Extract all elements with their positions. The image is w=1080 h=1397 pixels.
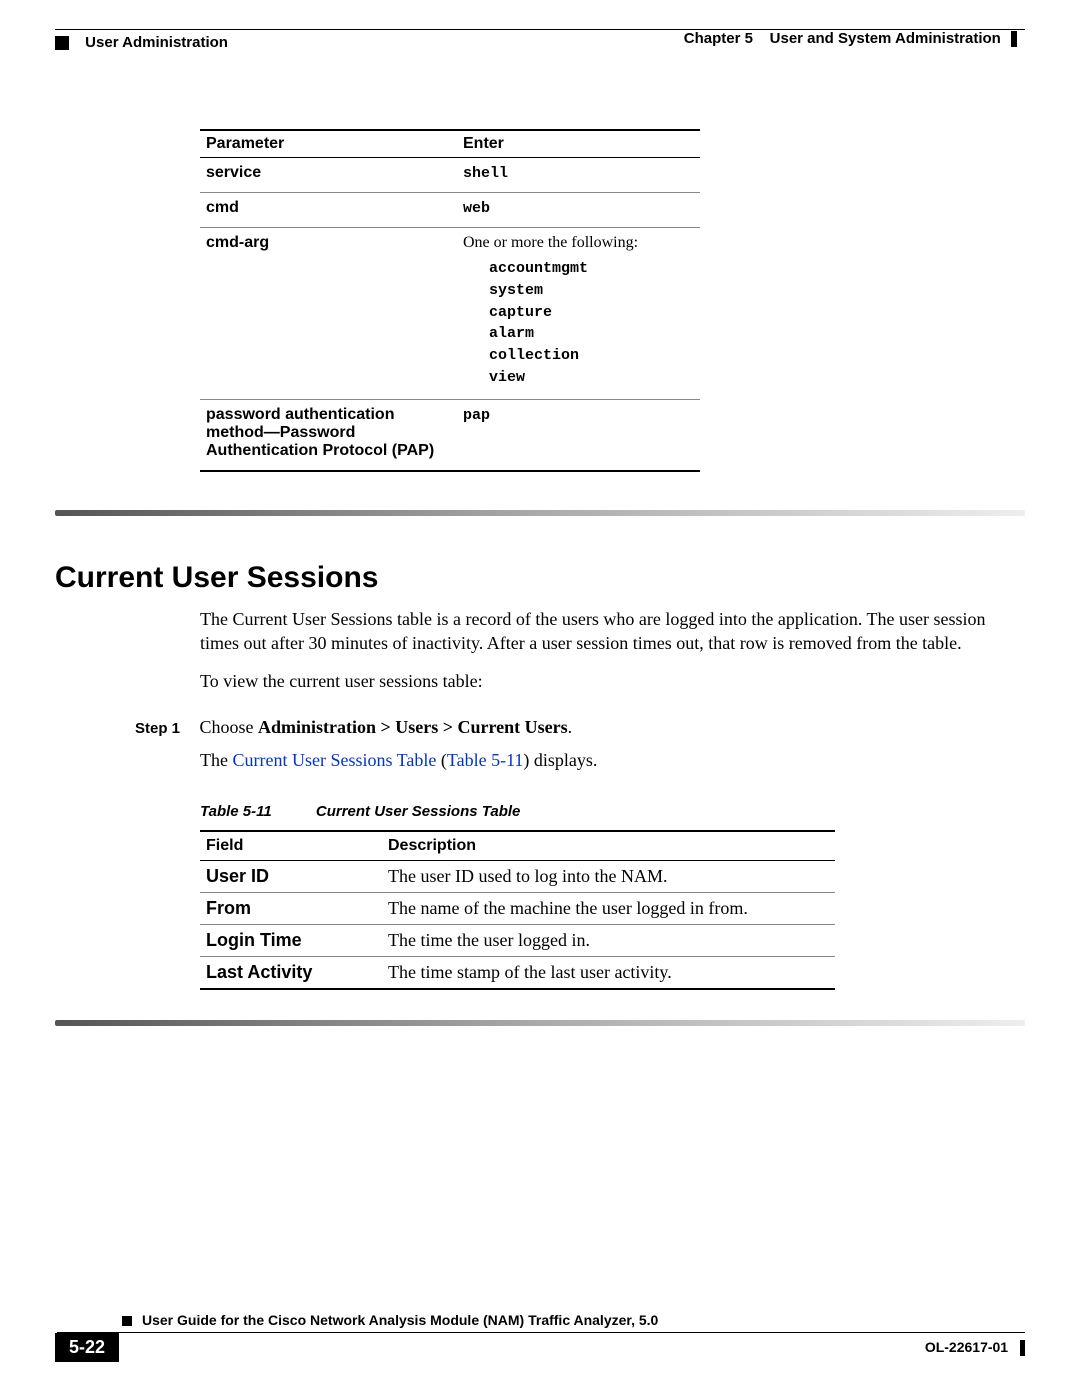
param-cell: cmd-arg xyxy=(200,228,457,400)
field-cell: User ID xyxy=(200,861,382,893)
table-caption-title: Current User Sessions Table xyxy=(316,803,521,820)
col-enter: Enter xyxy=(457,130,700,158)
page-footer: User Guide for the Cisco Network Analysi… xyxy=(55,1312,1025,1362)
cmdarg-opt: alarm xyxy=(489,323,694,345)
footer-end-marker xyxy=(1020,1340,1025,1356)
link-current-user-sessions-table[interactable]: Current User Sessions Table xyxy=(232,750,436,770)
desc-cell: The time the user logged in. xyxy=(382,925,835,957)
footer-doc-title: User Guide for the Cisco Network Analysi… xyxy=(142,1312,658,1328)
field-cell: Login Time xyxy=(200,925,382,957)
tf-mid: ( xyxy=(436,750,447,770)
desc-cell: The time stamp of the last user activity… xyxy=(382,957,835,990)
step-follow: The Current User Sessions Table (Table 5… xyxy=(200,750,1025,771)
section-title: User Administration xyxy=(85,34,228,51)
cmdarg-opt: capture xyxy=(489,302,694,324)
enter-cell: pap xyxy=(463,407,490,424)
step-label: Step 1 xyxy=(135,720,195,737)
param-cell: password authentication method—Password … xyxy=(200,399,457,471)
field-table: Field Description User ID The user ID us… xyxy=(200,830,835,990)
col-description: Description xyxy=(382,831,835,861)
enter-cell: web xyxy=(463,200,490,217)
table-row: password authentication method—Password … xyxy=(200,399,700,471)
parameter-table: Parameter Enter service shell cmd web cm… xyxy=(200,129,700,472)
step-suffix: . xyxy=(568,717,573,737)
table-row: cmd web xyxy=(200,193,700,228)
page-number-badge: 5-22 xyxy=(55,1333,119,1362)
header-end-marker xyxy=(1011,31,1017,47)
table-caption: Table 5-11 Current User Sessions Table xyxy=(200,803,1025,820)
table-row: Login Time The time the user logged in. xyxy=(200,925,835,957)
cmdarg-opt: system xyxy=(489,280,694,302)
cmdarg-opt: accountmgmt xyxy=(489,258,694,280)
section-divider xyxy=(55,1020,1025,1026)
col-field: Field xyxy=(200,831,382,861)
section-divider xyxy=(55,510,1025,516)
tf-pre: The xyxy=(200,750,232,770)
table-number: Table 5-11 xyxy=(200,803,272,820)
doc-number: OL-22617-01 xyxy=(925,1339,1008,1355)
param-cell: cmd xyxy=(200,193,457,228)
col-parameter: Parameter xyxy=(200,130,457,158)
page-title: Current User Sessions xyxy=(55,561,1025,595)
table-row: From The name of the machine the user lo… xyxy=(200,893,835,925)
page-header: Chapter 5 User and System Administration… xyxy=(55,30,1025,51)
field-cell: Last Activity xyxy=(200,957,382,990)
chapter-label: Chapter 5 xyxy=(684,30,753,47)
footer-marker-icon xyxy=(122,1316,132,1326)
cmdarg-opt: view xyxy=(489,367,694,389)
cmdarg-options: accountmgmt system capture alarm collect… xyxy=(489,258,694,389)
step-path: Administration > Users > Current Users xyxy=(258,717,568,737)
step-row: Step 1 Choose Administration > Users > C… xyxy=(135,717,1025,738)
cmdarg-intro: One or more the following: xyxy=(463,234,638,251)
table-row: service shell xyxy=(200,158,700,193)
body-paragraph: The Current User Sessions table is a rec… xyxy=(200,607,1025,656)
enter-cell: shell xyxy=(463,165,508,182)
tf-post: ) displays. xyxy=(523,750,597,770)
table-row: User ID The user ID used to log into the… xyxy=(200,861,835,893)
field-cell: From xyxy=(200,893,382,925)
chapter-title: User and System Administration xyxy=(770,30,1001,47)
table-row: cmd-arg One or more the following: accou… xyxy=(200,228,700,400)
desc-cell: The user ID used to log into the NAM. xyxy=(382,861,835,893)
cmdarg-opt: collection xyxy=(489,345,694,367)
param-cell: service xyxy=(200,158,457,193)
step-prefix: Choose xyxy=(200,717,259,737)
section-marker-icon xyxy=(55,36,69,50)
desc-cell: The name of the machine the user logged … xyxy=(382,893,835,925)
body-paragraph: To view the current user sessions table: xyxy=(200,669,1025,693)
table-row: Last Activity The time stamp of the last… xyxy=(200,957,835,990)
link-table-5-11[interactable]: Table 5-11 xyxy=(447,750,524,770)
